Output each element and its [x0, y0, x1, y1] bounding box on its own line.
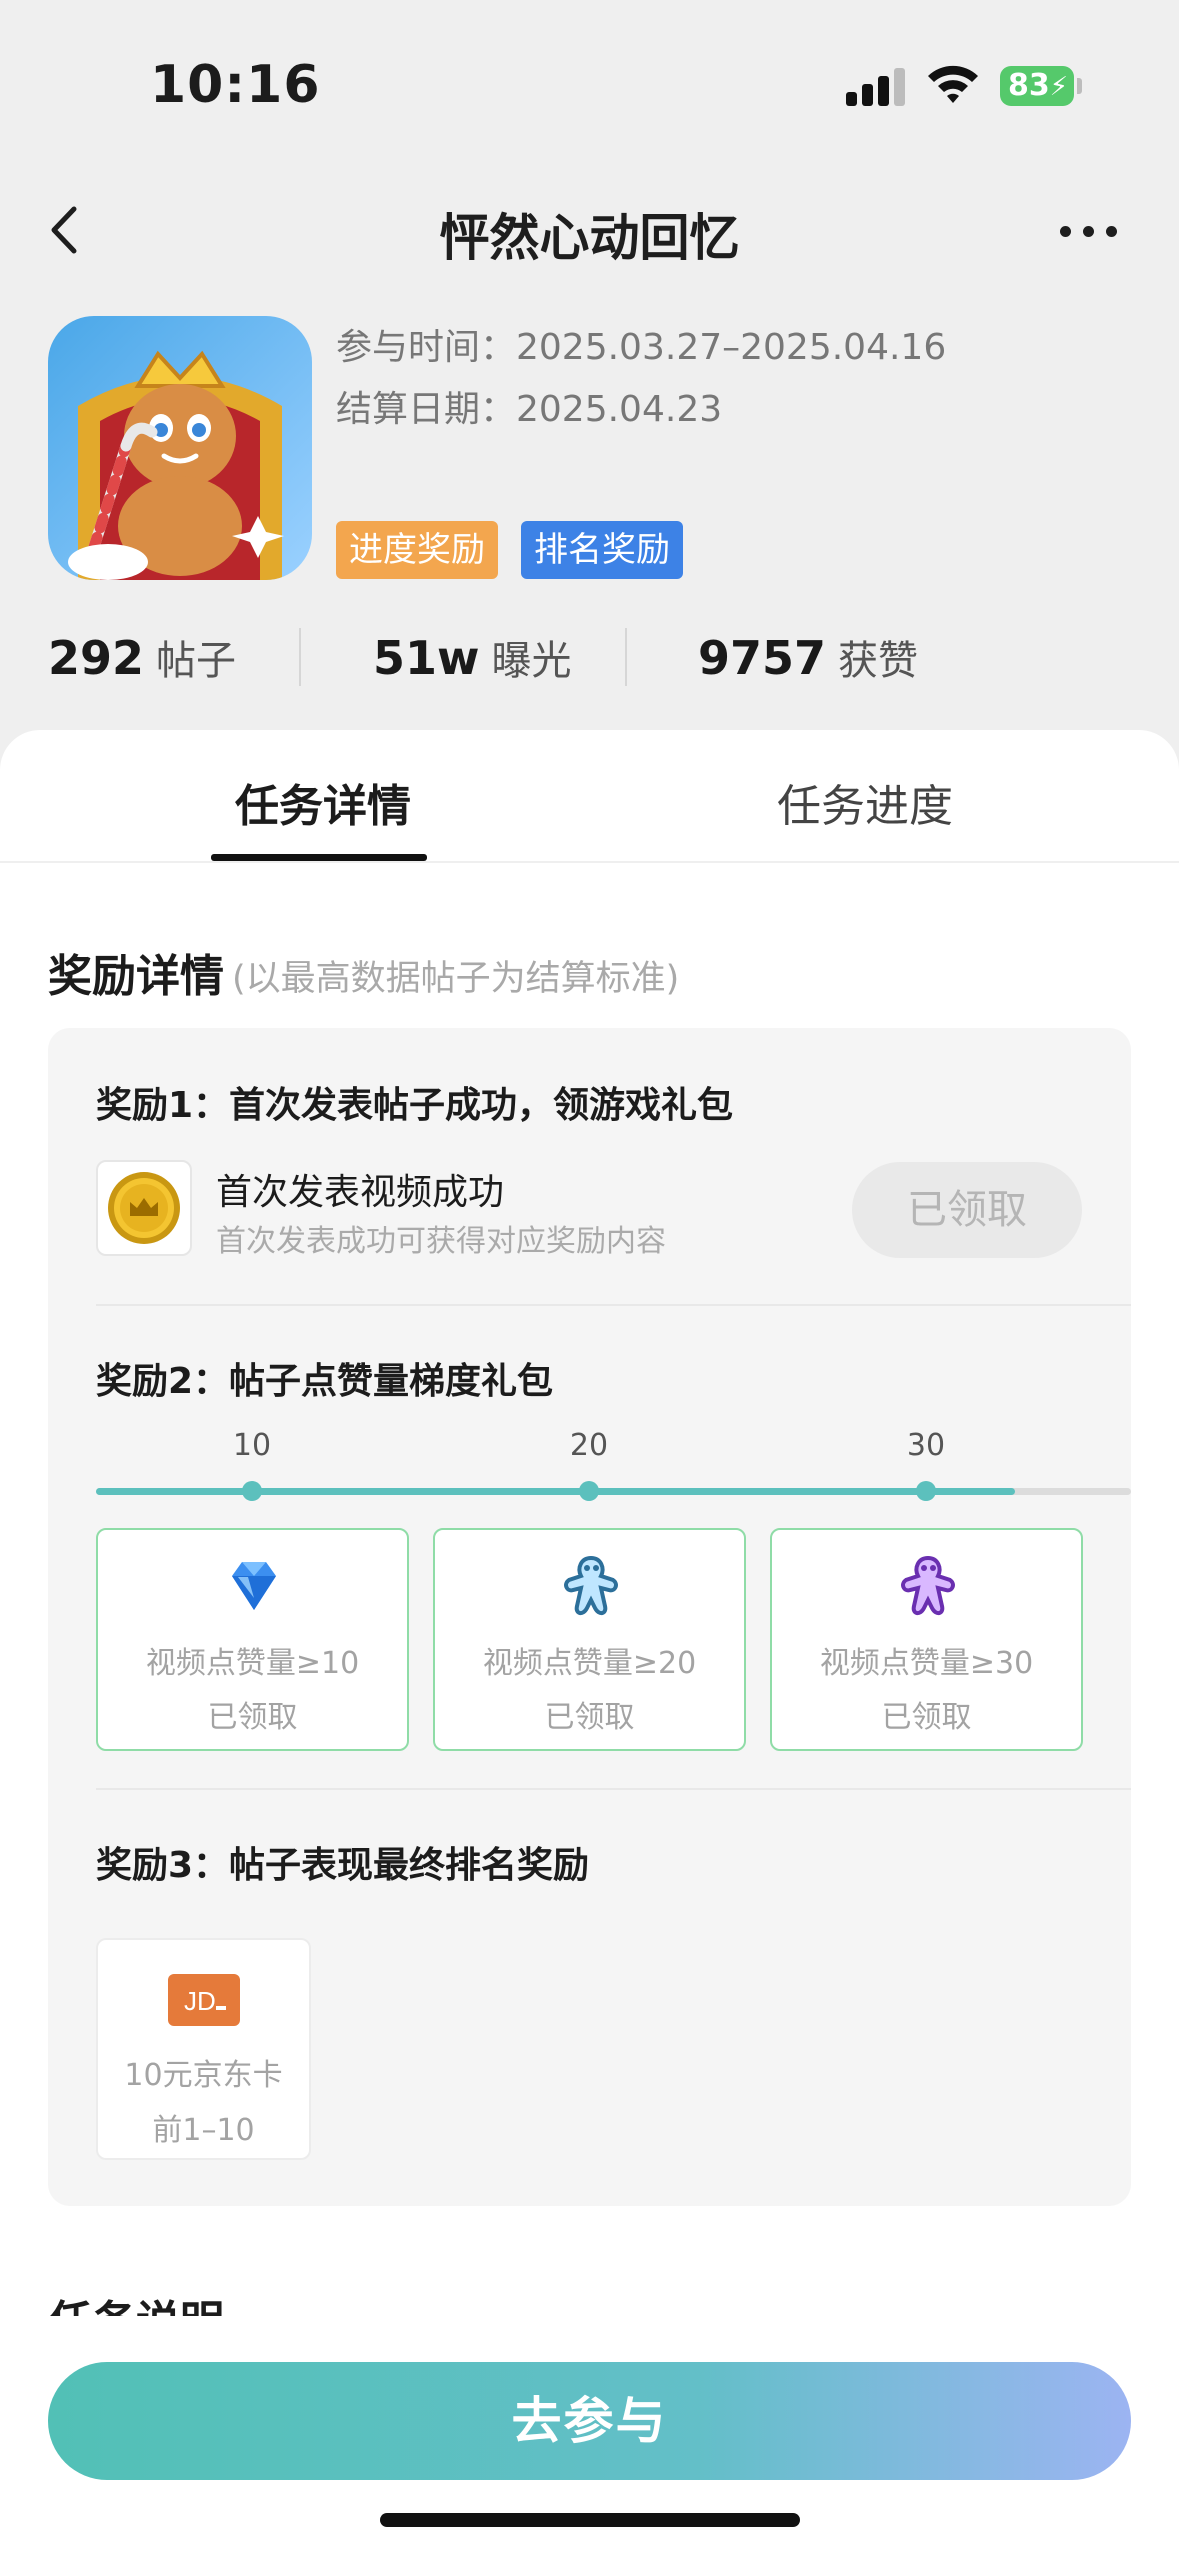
tab-task-details[interactable]: 任务详情: [235, 770, 411, 834]
coin-item: [96, 1160, 192, 1256]
jd-icon-text: JD: [184, 1986, 216, 2016]
tier-condition: 视频点赞量≥10: [145, 1646, 360, 1681]
progress-dot: [242, 1481, 262, 1501]
stat-likes-label: 获赞: [838, 638, 919, 684]
ranking-reward-tag: 排名奖励: [521, 521, 683, 579]
stat-posts: 292 帖子: [48, 628, 236, 686]
stat-posts-value: 292: [48, 631, 145, 685]
coin-icon: [108, 1172, 180, 1244]
tab-divider: [0, 861, 1179, 863]
blue-cookie-icon: [564, 1555, 618, 1615]
stat-exposure: 51w 曝光: [373, 628, 572, 686]
participation-time: 参与时间：2025.03.27–2025.04.16: [336, 327, 947, 368]
tier-threshold-30: 30: [906, 1428, 946, 1463]
wifi-icon: [928, 65, 978, 103]
stat-divider: [299, 628, 301, 686]
game-icon: [48, 316, 312, 580]
stats-row: 292 帖子 51w 曝光 9757 获赞: [0, 618, 1179, 698]
progress-dot: [579, 1481, 599, 1501]
claimed-button[interactable]: 已领取: [852, 1162, 1082, 1258]
jd-card-icon: JD: [168, 1974, 240, 2026]
reward-panel: 奖励1：首次发表帖子成功，领游戏礼包 首次发表视频成功 首次发表成功可获得对应奖…: [48, 1028, 1131, 2206]
reward-section-title: 奖励详情: [48, 951, 224, 1002]
tier-condition: 视频点赞量≥20: [482, 1646, 697, 1681]
panel-divider: [96, 1788, 1131, 1790]
signal-icon: [846, 66, 906, 106]
purple-cookie-icon: [901, 1555, 955, 1615]
jd-card-rank: 前1–10: [152, 2113, 255, 2148]
tier-threshold-20: 20: [569, 1428, 609, 1463]
panel-divider: [96, 1304, 1131, 1306]
diamond-icon: [232, 1562, 276, 1610]
progress-reward-tag: 进度奖励: [336, 521, 498, 579]
tier-condition: 视频点赞量≥30: [819, 1646, 1034, 1681]
more-icon[interactable]: [1060, 216, 1130, 246]
reward3-heading: 奖励3：帖子表现最终排名奖励: [96, 1845, 590, 1886]
page-title: 怦然心动回忆: [439, 209, 740, 267]
stat-posts-label: 帖子: [156, 638, 237, 684]
battery-icon: 83⚡: [1000, 66, 1074, 106]
reward2-heading: 奖励2：帖子点赞量梯度礼包: [96, 1361, 554, 1402]
reward1-heading: 奖励1：首次发表帖子成功，领游戏礼包: [96, 1085, 734, 1126]
tier-card: 视频点赞量≥10 已领取: [96, 1528, 409, 1751]
nav-bar: 怦然心动回忆: [0, 180, 1179, 280]
tab-task-progress[interactable]: 任务进度: [777, 770, 953, 834]
tier-status: 已领取: [207, 1700, 298, 1735]
stat-exposure-label: 曝光: [491, 638, 572, 684]
jd-card-reward: JD 10元京东卡 前1–10: [96, 1938, 311, 2160]
tier-card: 视频点赞量≥20 已领取: [433, 1528, 746, 1751]
tier-status: 已领取: [544, 1700, 635, 1735]
reward-section-note: (以最高数据帖子为结算标准): [232, 959, 680, 999]
stat-likes: 9757 获赞: [698, 628, 918, 686]
stat-divider: [625, 628, 627, 686]
reward1-item-title: 首次发表视频成功: [216, 1172, 505, 1213]
status-bar: 10:16 83⚡: [0, 0, 1179, 170]
jd-card-name: 10元京东卡: [124, 2058, 283, 2093]
home-indicator: [380, 2513, 800, 2527]
battery-cap: [1077, 78, 1082, 94]
reward1-item-subtitle: 首次发表成功可获得对应奖励内容: [216, 1224, 666, 1259]
settlement-date: 结算日期：2025.04.23: [336, 389, 723, 430]
task-description-title: 任务说明: [48, 2286, 224, 2316]
join-button[interactable]: 去参与: [48, 2362, 1131, 2480]
battery-level: 83: [1008, 68, 1050, 103]
tier-threshold-10: 10: [232, 1428, 272, 1463]
tier-card: 视频点赞量≥30 已领取: [770, 1528, 1083, 1751]
stat-exposure-value: 51w: [373, 631, 480, 685]
status-time: 10:16: [150, 55, 321, 115]
next-section-peek: 任务说明: [48, 2286, 448, 2316]
detail-sheet: 任务详情 任务进度 奖励详情 (以最高数据帖子为结算标准) 奖励1：首次发表帖子…: [0, 730, 1179, 2556]
progress-dot: [916, 1481, 936, 1501]
active-tab-indicator: [211, 854, 427, 861]
like-progress-fill: [96, 1488, 1016, 1495]
tier-status: 已领取: [881, 1700, 972, 1735]
stat-likes-value: 9757: [698, 631, 827, 685]
